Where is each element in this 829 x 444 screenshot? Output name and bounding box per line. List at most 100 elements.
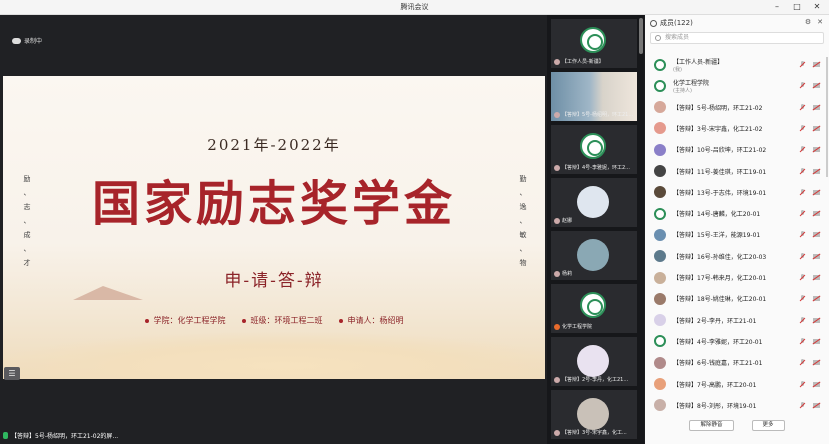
mic-muted-icon[interactable] <box>800 380 805 388</box>
member-row[interactable]: 【答辩】8号-刘彤，环境19-01 <box>645 395 829 416</box>
mic-muted-icon[interactable] <box>800 61 805 68</box>
member-name: 【答辩】17号-韩来月，化工20-01 <box>673 275 767 282</box>
members-header: 成员(122) <box>650 18 693 28</box>
mic-muted-icon[interactable] <box>800 231 805 238</box>
member-name: 【答辩】8号-刘彤，环境19-01 <box>673 402 757 410</box>
participant-thumbnail[interactable]: 杨莉 <box>551 231 637 280</box>
camera-off-icon[interactable] <box>813 211 820 217</box>
avatar <box>654 165 666 177</box>
camera-off-icon[interactable] <box>813 253 820 259</box>
slide-info-row: 学院：化学工程学院 班级：环境工程二班 申请人：杨绍明 <box>3 315 545 326</box>
mic-muted-icon[interactable] <box>800 337 805 345</box>
member-row[interactable]: 【答辩】14号-唐麟，化工20-01 <box>645 203 829 224</box>
member-role: (主持人) <box>673 88 692 95</box>
participant-thumbnail[interactable]: 【工作人员-新疆】 <box>551 19 637 68</box>
avatar <box>577 398 609 430</box>
participant-thumbnail[interactable]: 化学工程学院 <box>551 284 637 333</box>
camera-off-icon[interactable] <box>813 338 820 344</box>
camera-off-icon[interactable] <box>813 296 820 302</box>
camera-off-icon[interactable] <box>813 360 820 366</box>
avatar <box>654 314 666 327</box>
camera-off-icon[interactable] <box>813 381 820 387</box>
member-row[interactable]: 【答辩】7号-高鹏，环工20-01 <box>645 374 829 395</box>
camera-off-icon[interactable] <box>813 147 820 153</box>
member-row[interactable]: 【答辩】11号-姜佳琪，环工19-01 <box>645 161 829 182</box>
mic-muted-icon[interactable] <box>800 146 805 153</box>
recording-indicator[interactable]: 录制中 <box>12 36 42 45</box>
mic-muted-icon[interactable] <box>800 210 805 217</box>
camera-off-icon[interactable] <box>813 402 820 408</box>
unmute-all-button[interactable]: 解除静音 <box>689 420 734 431</box>
participant-thumbnail[interactable]: 【答辩】3号-宋宇鑫，化工... <box>551 390 637 439</box>
member-row[interactable]: 【答辩】15号-王洋，能源19-01 <box>645 224 829 245</box>
member-row[interactable]: 【工作人员-新疆】 (我) <box>645 54 829 75</box>
member-row[interactable]: 【答辩】5号-杨绍明，环工21-02 <box>645 97 829 118</box>
member-row[interactable]: 【答辩】3号-宋宇鑫，化工21-02 <box>645 118 829 139</box>
settings-icon[interactable]: ⚙ <box>805 18 811 26</box>
camera-off-icon[interactable] <box>813 189 820 195</box>
thumbnail-scrollbar[interactable] <box>639 18 643 54</box>
school-logo-icon <box>580 133 606 159</box>
member-name: 【答辩】5号-杨绍明，环工21-02 <box>673 104 763 112</box>
mic-muted-icon[interactable] <box>800 167 805 175</box>
mic-muted-icon[interactable] <box>800 188 805 196</box>
member-name: 【答辩】16号-孙维佳，化工20-03 <box>673 253 767 261</box>
member-name: 【工作人员-新疆】 <box>673 59 724 66</box>
avatar <box>654 271 666 284</box>
camera-off-icon[interactable] <box>813 168 820 174</box>
minimize-icon[interactable]: – <box>770 1 784 13</box>
camera-off-icon[interactable] <box>813 275 820 280</box>
member-row[interactable]: 【答辩】18号-姚佳琳，化工20-01 <box>645 288 829 309</box>
maximize-icon[interactable]: □ <box>790 1 804 13</box>
mic-muted-icon[interactable] <box>800 295 805 302</box>
camera-off-icon[interactable] <box>813 232 820 238</box>
member-row[interactable]: 【答辩】4号-李雅妮，环工20-01 <box>645 331 829 352</box>
participant-thumbnail[interactable]: 【答辩】4号-李雅妮，环工2... <box>551 125 637 174</box>
cloud-decoration <box>3 331 545 379</box>
member-name: 【答辩】7号-高鹏，环工20-01 <box>673 381 757 389</box>
member-name: 【答辩】11号-姜佳琪，环工19-01 <box>673 168 767 176</box>
presentation-slide: 励、志、成、才 勤、逸、敏、物 2021年-2022年 国家励志奖学金 申-请-… <box>3 76 545 379</box>
avatar <box>654 356 666 369</box>
camera-off-icon[interactable] <box>813 125 820 131</box>
mic-muted-icon[interactable] <box>800 274 805 281</box>
close-panel-icon[interactable]: ✕ <box>817 18 823 26</box>
camera-off-icon[interactable] <box>813 104 820 110</box>
participant-thumbnail[interactable]: 赵娜 <box>551 178 637 227</box>
avatar <box>654 79 666 92</box>
avatar <box>577 239 609 271</box>
camera-off-icon[interactable] <box>813 317 820 323</box>
cloud-icon <box>12 37 21 44</box>
close-icon[interactable]: ✕ <box>810 1 824 13</box>
camera-off-icon[interactable] <box>813 83 820 89</box>
member-name: 化学工程学院 <box>673 80 710 88</box>
member-row[interactable]: 【答辩】6号-钱庭嘉，环工21-01 <box>645 352 829 373</box>
avatar <box>654 122 666 135</box>
list-toggle-button[interactable]: ☰ <box>4 367 20 380</box>
avatar <box>654 399 666 412</box>
more-button[interactable]: 更多 <box>751 420 785 431</box>
participant-thumbnail[interactable]: 【答辩】2号-李丹，化工21... <box>551 337 637 386</box>
camera-off-icon[interactable] <box>813 62 820 67</box>
mic-muted-icon[interactable] <box>800 316 805 324</box>
member-list-scrollbar[interactable] <box>826 57 828 177</box>
member-search-input[interactable]: 搜索成员 <box>650 32 824 44</box>
recording-label: 录制中 <box>24 38 43 45</box>
mic-muted-icon[interactable] <box>800 82 805 89</box>
mic-muted-icon[interactable] <box>800 124 805 132</box>
window-title: 腾讯会议 <box>400 3 429 11</box>
member-row[interactable]: 【答辩】10号-吕欣坤，环工21-02 <box>645 139 829 160</box>
member-row[interactable]: 【答辩】2号-李丹，环工21-01 <box>645 310 829 331</box>
participant-thumbnail[interactable]: 【答辩】5号-杨绍明，环工21... <box>551 72 637 121</box>
avatar <box>654 58 666 71</box>
member-row[interactable]: 【答辩】17号-韩来月，化工20-01 <box>645 267 829 288</box>
member-row[interactable]: 【答辩】16号-孙维佳，化工20-03 <box>645 246 829 267</box>
mic-muted-icon[interactable] <box>800 103 805 111</box>
member-row[interactable]: 化学工程学院 (主持人) <box>645 75 829 96</box>
mic-muted-icon[interactable] <box>800 252 805 260</box>
mic-muted-icon[interactable] <box>800 359 805 366</box>
mic-muted-icon[interactable] <box>800 401 805 409</box>
slide-info-item: 学院：化学工程学院 <box>144 315 226 326</box>
avatar <box>577 345 609 377</box>
member-row[interactable]: 【答辩】13号-于志伟，环境19-01 <box>645 182 829 203</box>
